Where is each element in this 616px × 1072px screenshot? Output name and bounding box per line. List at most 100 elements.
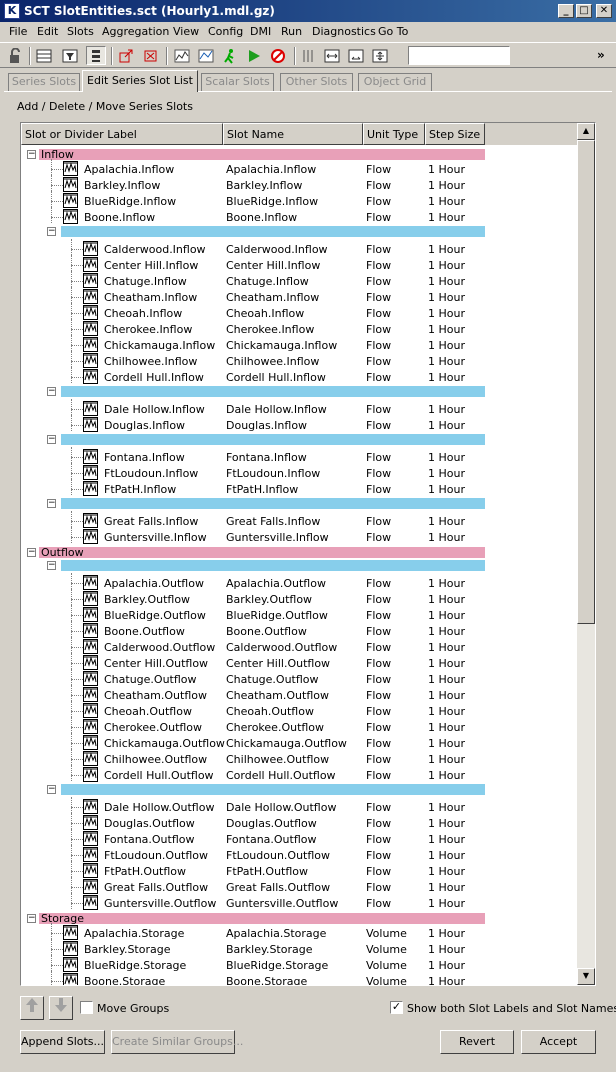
tab-edit-series-slot-list[interactable]: Edit Series Slot List bbox=[82, 70, 198, 92]
play-icon[interactable] bbox=[244, 46, 264, 65]
column-separator-icon[interactable] bbox=[298, 46, 318, 65]
table-row[interactable]: Guntersville.Inflow Guntersville.Inflow Fl… bbox=[21, 527, 577, 545]
table-row[interactable]: Chickamauga.Outflow Chickamauga.Outflow Fl… bbox=[21, 733, 577, 751]
table-row[interactable]: Douglas.Inflow Douglas.Inflow Flow 1 Hour bbox=[21, 415, 577, 433]
table-row[interactable]: Chilhowee.Outflow Chilhowee.Outflow Flow 1 … bbox=[21, 749, 577, 767]
divider-row[interactable]: − bbox=[21, 433, 577, 446]
scroll-up-icon[interactable]: ▲ bbox=[577, 123, 595, 140]
table-row[interactable]: Apalachia.Outflow Apalachia.Outflow Flow 1 … bbox=[21, 573, 577, 591]
table-row[interactable]: Barkley.Inflow Barkley.Inflow Flow 1 Hour bbox=[21, 175, 577, 193]
menu-dmi[interactable]: DMI bbox=[250, 25, 271, 38]
open-slot-icon[interactable] bbox=[116, 46, 136, 65]
table-row[interactable]: Boone.Storage Boone.Storage Volume 1 Hour bbox=[21, 971, 577, 985]
collapse-toggle-icon[interactable]: − bbox=[27, 548, 36, 557]
table-icon[interactable] bbox=[34, 46, 54, 65]
table-row[interactable]: Center Hill.Inflow Center Hill.Inflow Flow… bbox=[21, 255, 577, 273]
fit-width-icon[interactable] bbox=[322, 46, 342, 65]
toolbar-overflow-icon[interactable]: » bbox=[597, 48, 605, 62]
filter-icon[interactable] bbox=[60, 46, 80, 65]
table-row[interactable]: FtPatH.Outflow FtPatH.Outflow Flow 1 Hour bbox=[21, 861, 577, 879]
divider-row[interactable]: − bbox=[21, 385, 577, 398]
move-up-button[interactable] bbox=[20, 996, 44, 1020]
table-row[interactable]: Calderwood.Outflow Calderwood.Outflow Flow… bbox=[21, 637, 577, 655]
tab-other-slots[interactable]: Other Slots bbox=[280, 73, 353, 91]
menu-diagnostics[interactable]: Diagnostics bbox=[312, 25, 376, 38]
table-row[interactable]: Cheoah.Outflow Cheoah.Outflow Flow 1 Hour bbox=[21, 701, 577, 719]
menu-slots[interactable]: Slots bbox=[67, 25, 94, 38]
collapse-toggle-icon[interactable]: − bbox=[47, 387, 56, 396]
collapse-toggle-icon[interactable]: − bbox=[27, 150, 36, 159]
table-row[interactable]: Great Falls.Outflow Great Falls.Outflow Fl… bbox=[21, 877, 577, 895]
table-row[interactable]: Cheatham.Outflow Cheatham.Outflow Flow 1 Ho… bbox=[21, 685, 577, 703]
chart-icon[interactable] bbox=[196, 46, 216, 65]
table-row[interactable]: Dale Hollow.Inflow Dale Hollow.Inflow Flow… bbox=[21, 399, 577, 417]
divider-row[interactable]: − bbox=[21, 559, 577, 572]
table-row[interactable]: Chilhowee.Inflow Chilhowee.Inflow Flow 1 Ho… bbox=[21, 351, 577, 369]
create-similar-groups-button[interactable]: Create Similar Groups... bbox=[111, 1030, 243, 1054]
stop-icon[interactable] bbox=[268, 46, 288, 65]
table-row[interactable]: Cordell Hull.Outflow Cordell Hull.Outflow… bbox=[21, 765, 577, 783]
fit-all-icon[interactable] bbox=[370, 46, 390, 65]
table-row[interactable]: Cherokee.Inflow Cherokee.Inflow Flow 1 Hour bbox=[21, 319, 577, 337]
minimize-button[interactable]: _ bbox=[558, 4, 574, 18]
collapse-toggle-icon[interactable]: − bbox=[47, 561, 56, 570]
divider-row[interactable]: − bbox=[21, 225, 577, 238]
fit-height-icon[interactable] bbox=[346, 46, 366, 65]
column-header-step-size[interactable]: Step Size bbox=[425, 123, 485, 145]
table-row[interactable]: Barkley.Storage Barkley.Storage Volume 1 Ho… bbox=[21, 939, 577, 957]
collapse-toggle-icon[interactable]: − bbox=[47, 499, 56, 508]
column-header-unit-type[interactable]: Unit Type bbox=[363, 123, 425, 145]
close-button[interactable]: ✕ bbox=[596, 4, 612, 18]
table-row[interactable]: BlueRidge.Outflow BlueRidge.Outflow Flow 1 … bbox=[21, 605, 577, 623]
scroll-down-icon[interactable]: ▼ bbox=[577, 968, 595, 985]
tab-scalar-slots[interactable]: Scalar Slots bbox=[201, 73, 274, 91]
table-row[interactable]: FtLoudoun.Outflow FtLoudoun.Outflow Flow 1 … bbox=[21, 845, 577, 863]
group-row[interactable]: − Storage bbox=[21, 911, 577, 925]
table-row[interactable]: Fontana.Inflow Fontana.Inflow Flow 1 Hour bbox=[21, 447, 577, 465]
menu-view[interactable]: View bbox=[173, 25, 199, 38]
table-row[interactable]: FtPatH.Inflow FtPatH.Inflow Flow 1 Hour bbox=[21, 479, 577, 497]
move-groups-checkbox[interactable] bbox=[80, 1001, 93, 1014]
menu-file[interactable]: File bbox=[9, 25, 27, 38]
table-row[interactable]: Apalachia.Storage Apalachia.Storage Volume… bbox=[21, 923, 577, 941]
column-header-slot-name[interactable]: Slot Name bbox=[223, 123, 363, 145]
table-row[interactable]: Apalachia.Inflow Apalachia.Inflow Flow 1 Ho… bbox=[21, 159, 577, 177]
vertical-scrollbar[interactable]: ▲ ▼ bbox=[577, 123, 595, 985]
table-row[interactable]: Cordell Hull.Inflow Cordell Hull.Inflow Fl… bbox=[21, 367, 577, 385]
toolbar-search-input[interactable] bbox=[408, 46, 510, 65]
menu-go-to[interactable]: Go To bbox=[378, 25, 408, 38]
table-row[interactable]: Chatuge.Inflow Chatuge.Inflow Flow 1 Hour bbox=[21, 271, 577, 289]
menu-config[interactable]: Config bbox=[208, 25, 243, 38]
tab-series-slots[interactable]: Series Slots bbox=[8, 73, 80, 91]
move-down-button[interactable] bbox=[49, 996, 73, 1020]
plot-icon[interactable] bbox=[172, 46, 192, 65]
append-slots-button[interactable]: Append Slots... bbox=[20, 1030, 105, 1054]
collapse-toggle-icon[interactable]: − bbox=[47, 227, 56, 236]
table-row[interactable]: Douglas.Outflow Douglas.Outflow Flow 1 Hour bbox=[21, 813, 577, 831]
group-row[interactable]: − Inflow bbox=[21, 147, 577, 161]
maximize-button[interactable]: □ bbox=[576, 4, 592, 18]
collapse-toggle-icon[interactable]: − bbox=[47, 435, 56, 444]
scroll-thumb[interactable] bbox=[577, 140, 595, 624]
divider-row[interactable]: − bbox=[21, 783, 577, 796]
table-row[interactable]: BlueRidge.Storage BlueRidge.Storage Volume… bbox=[21, 955, 577, 973]
table-row[interactable]: Great Falls.Inflow Great Falls.Inflow Flow… bbox=[21, 511, 577, 529]
show-both-checkbox[interactable]: ✓ bbox=[390, 1001, 403, 1014]
group-row[interactable]: − Outflow bbox=[21, 545, 577, 559]
table-row[interactable]: Chatuge.Outflow Chatuge.Outflow Flow 1 Hour bbox=[21, 669, 577, 687]
menu-edit[interactable]: Edit bbox=[37, 25, 58, 38]
menu-aggregation[interactable]: Aggregation bbox=[102, 25, 169, 38]
table-row[interactable]: FtLoudoun.Inflow FtLoudoun.Inflow Flow 1 Ho… bbox=[21, 463, 577, 481]
list-view-icon[interactable] bbox=[86, 46, 106, 65]
table-row[interactable]: Cheatham.Inflow Cheatham.Inflow Flow 1 Hour bbox=[21, 287, 577, 305]
table-row[interactable]: Boone.Inflow Boone.Inflow Flow 1 Hour bbox=[21, 207, 577, 225]
table-row[interactable]: Center Hill.Outflow Center Hill.Outflow Fl… bbox=[21, 653, 577, 671]
table-row[interactable]: Cherokee.Outflow Cherokee.Outflow Flow 1 Ho… bbox=[21, 717, 577, 735]
table-row[interactable]: Calderwood.Inflow Calderwood.Inflow Flow 1 … bbox=[21, 239, 577, 257]
revert-button[interactable]: Revert bbox=[440, 1030, 514, 1054]
divider-row[interactable]: − bbox=[21, 497, 577, 510]
table-row[interactable]: Chickamauga.Inflow Chickamauga.Inflow Flow… bbox=[21, 335, 577, 353]
collapse-toggle-icon[interactable]: − bbox=[47, 785, 56, 794]
table-row[interactable]: Barkley.Outflow Barkley.Outflow Flow 1 Hour bbox=[21, 589, 577, 607]
table-row[interactable]: BlueRidge.Inflow BlueRidge.Inflow Flow 1 Ho… bbox=[21, 191, 577, 209]
